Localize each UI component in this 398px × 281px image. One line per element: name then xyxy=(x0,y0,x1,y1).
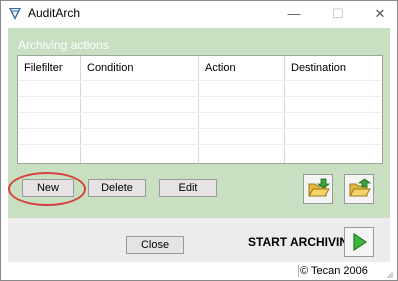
column-header-condition[interactable]: Condition xyxy=(81,56,198,80)
row-divider xyxy=(18,128,382,129)
row-divider xyxy=(18,144,382,145)
archiving-actions-table[interactable]: Filefilter Condition Action Destination xyxy=(17,55,383,164)
app-icon xyxy=(9,8,21,20)
folder-save-icon xyxy=(349,178,372,197)
delete-button[interactable]: Delete xyxy=(88,179,146,197)
title-bar: AuditArch — ☐ ✕ xyxy=(1,1,397,27)
column-header-filefilter[interactable]: Filefilter xyxy=(18,56,80,80)
column-header-action[interactable]: Action xyxy=(199,56,284,80)
start-archiving-label: START ARCHIVING xyxy=(248,235,358,249)
new-button[interactable]: New xyxy=(22,179,74,197)
row-divider xyxy=(18,112,382,113)
header-divider xyxy=(18,80,382,81)
row-divider xyxy=(18,96,382,97)
play-icon xyxy=(353,232,368,252)
window-title: AuditArch xyxy=(28,6,81,20)
maximize-button[interactable]: ☐ xyxy=(323,1,353,27)
edit-button[interactable]: Edit xyxy=(159,179,217,197)
start-archiving-button[interactable] xyxy=(344,227,374,257)
copyright-text: © Tecan 2006 xyxy=(300,265,368,277)
close-window-button[interactable]: ✕ xyxy=(365,1,395,27)
panel-label: Archiving actions xyxy=(18,38,109,52)
load-settings-button[interactable] xyxy=(303,174,333,204)
minimize-button[interactable]: — xyxy=(279,1,309,27)
status-divider xyxy=(298,265,299,277)
resize-grip-icon[interactable] xyxy=(386,271,394,279)
close-button[interactable]: Close xyxy=(126,236,184,254)
column-header-destination[interactable]: Destination xyxy=(285,56,382,80)
save-settings-button[interactable] xyxy=(344,174,374,204)
folder-open-icon xyxy=(308,178,331,197)
